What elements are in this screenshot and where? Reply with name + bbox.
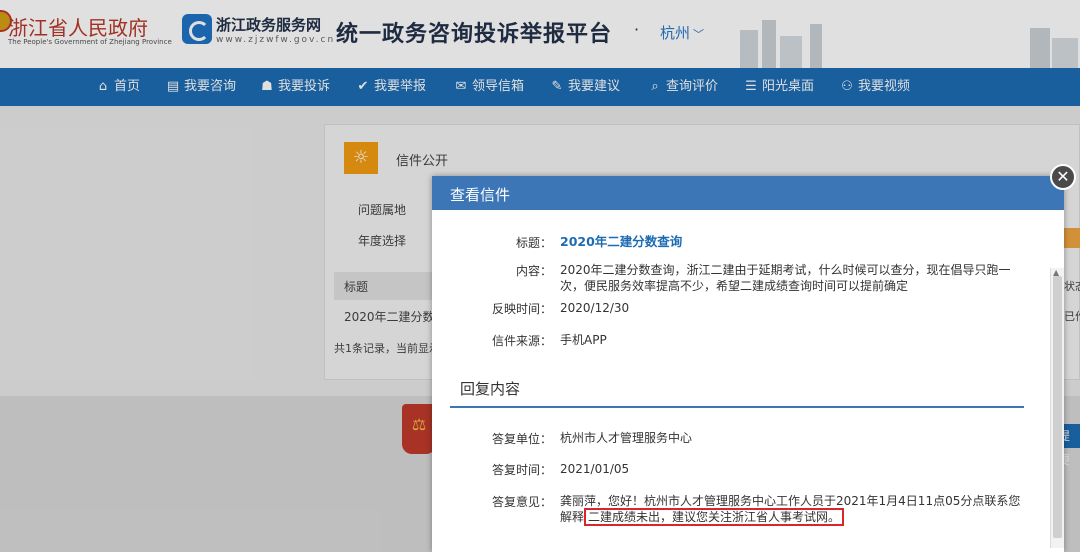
modal-header: 查看信件 — [432, 176, 1064, 210]
reply-time-label: 答复时间： — [491, 463, 552, 477]
title-label: 标题： — [515, 236, 552, 250]
letter-title: 2020年二建分数查询 — [560, 234, 683, 249]
reply-unit: 杭州市人才管理服务中心 — [560, 431, 693, 445]
submit-time: 2020/12/30 — [560, 301, 630, 315]
submit-time-label: 反映时间： — [491, 302, 552, 316]
scrollbar-thumb[interactable] — [1053, 276, 1062, 538]
reply-time: 2021/01/05 — [560, 462, 630, 476]
reply-heading: 回复内容 — [460, 380, 521, 398]
view-letter-modal: 查看信件 标题： 2020年二建分数查询 内容： 2020年二建分数查询，浙江二… — [432, 176, 1064, 552]
modal-scrollbar[interactable]: ▲ — [1050, 268, 1064, 548]
reply-unit-label: 答复单位： — [491, 432, 552, 446]
reply-opinion-label: 答复意见： — [491, 495, 552, 509]
content-label: 内容： — [515, 264, 552, 278]
letter-source: 手机APP — [560, 333, 607, 347]
source-label: 信件来源： — [491, 334, 552, 348]
reply-opinion: 龚丽萍，您好！杭州市人才管理服务中心工作人员于2021年1月4日11点05分点联… — [560, 493, 1028, 526]
letter-content: 2020年二建分数查询，浙江二建由于延期考试，什么时候可以查分，现在倡导只跑一次… — [560, 263, 1011, 293]
modal-title: 查看信件 — [450, 186, 511, 204]
close-icon[interactable]: ✕ — [1050, 164, 1076, 190]
reply-opinion-highlight: 二建成绩未出，建议您关注浙江省人事考试网。 — [584, 508, 845, 526]
reply-divider — [450, 406, 1024, 408]
